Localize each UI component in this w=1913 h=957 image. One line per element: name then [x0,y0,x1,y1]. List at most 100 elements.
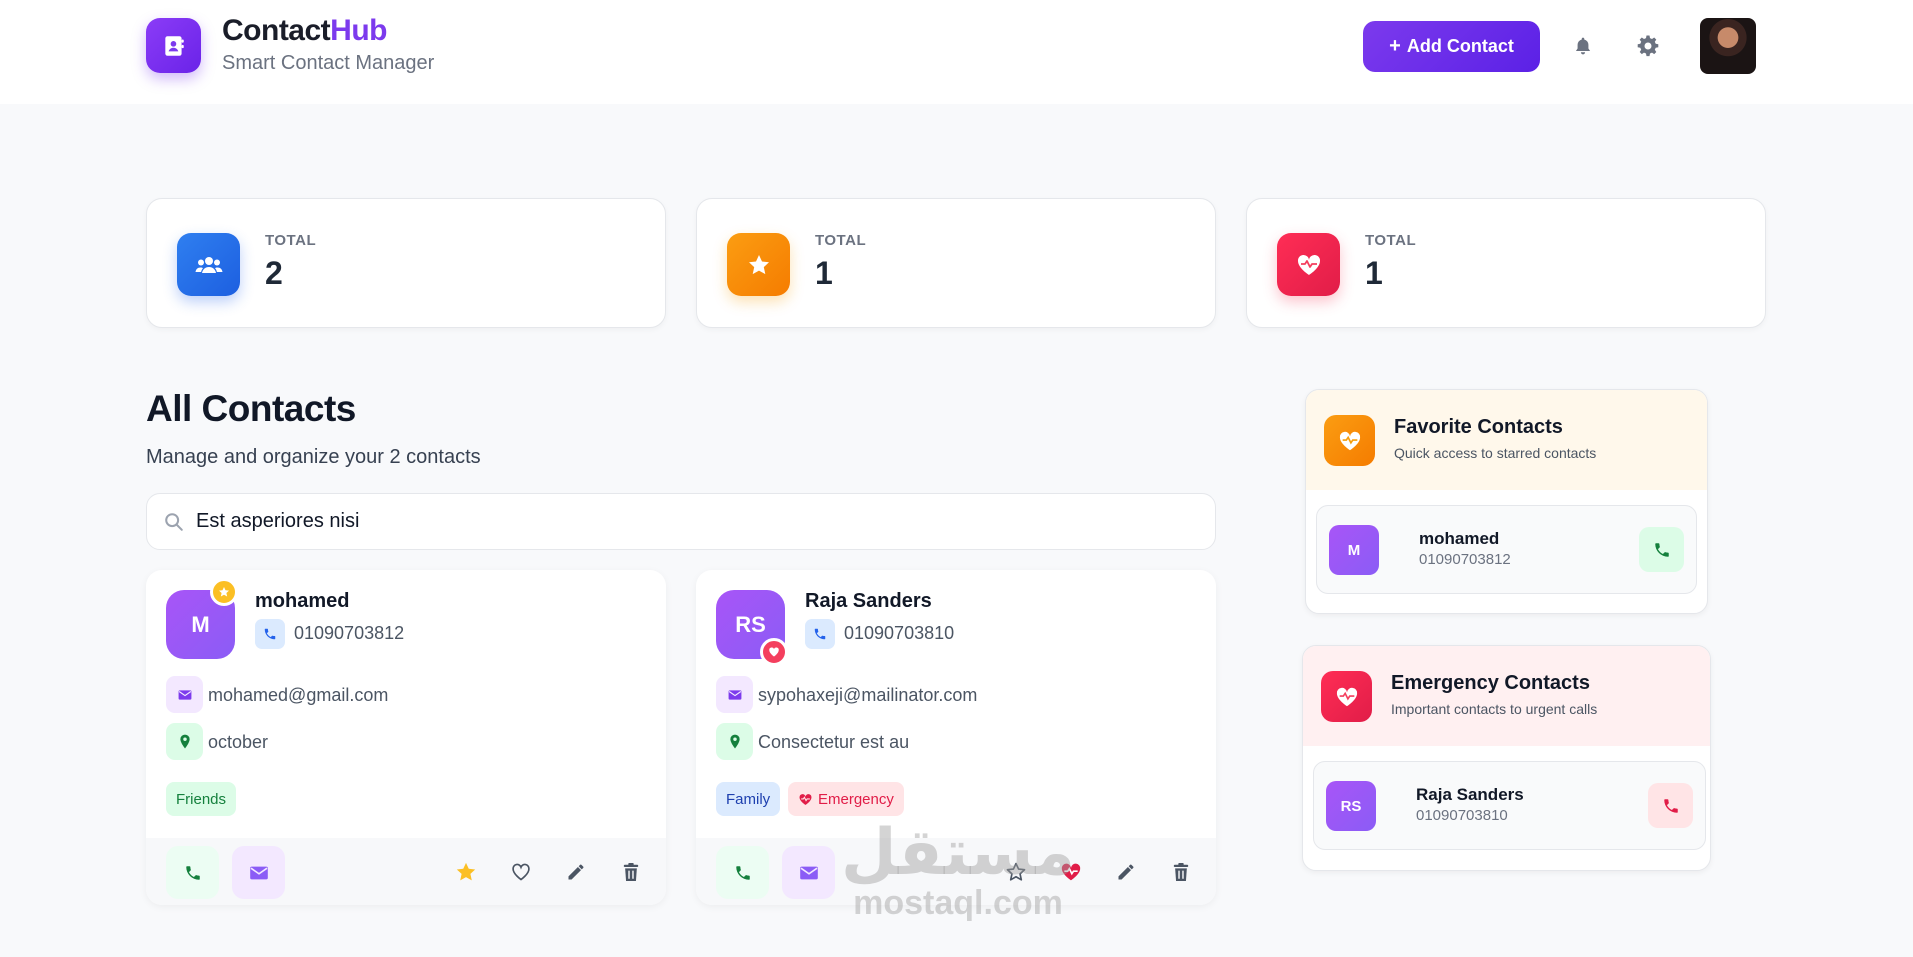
emergency-toggle[interactable] [507,858,535,886]
favorite-item[interactable]: M mohamed 01090703812 [1316,505,1697,594]
location-icon [166,723,203,760]
panel-icon-box [1324,415,1375,466]
panel-subtitle: Important contacts to urgent calls [1391,701,1598,717]
stat-icon-box [727,233,790,296]
stat-total-contacts: TOTAL 2 [146,198,666,328]
stat-total-emergency: TOTAL 1 [1246,198,1766,328]
email-icon [799,866,818,879]
email-icon [716,676,753,713]
phone-icon [805,619,835,649]
stat-label: TOTAL [265,232,317,249]
email-button[interactable] [232,846,285,899]
contact-email: mohamed@gmail.com [208,685,389,705]
contact-phone: 01090703812 [1419,551,1511,568]
phone-icon [1654,542,1669,557]
emergency-item[interactable]: RS Raja Sanders 01090703810 [1313,761,1706,850]
section-title: All Contacts [146,388,356,429]
contact-avatar: M [1329,525,1379,575]
plus-icon: + [1389,35,1401,57]
favorites-panel: Favorite Contacts Quick access to starre… [1305,389,1708,614]
logo[interactable] [146,18,201,73]
add-contact-button[interactable]: + Add Contact [1363,21,1540,72]
settings-button[interactable] [1633,31,1663,61]
phone-icon [255,619,285,649]
contact-phone: 01090703812 [294,623,405,643]
heart-pulse-icon [1336,687,1357,706]
trash-icon [1173,863,1189,881]
contact-phone: 01090703810 [844,623,955,643]
trash-icon [623,863,639,881]
phone-icon [735,865,750,880]
contact-name: Raja Sanders [1416,785,1524,804]
delete-button[interactable] [617,858,645,886]
watermark: مستقل mostaql.com [838,820,1078,920]
call-button[interactable] [1639,527,1684,572]
contact-address: october [208,732,269,752]
users-icon [195,256,222,273]
contact-phone: 01090703810 [1416,807,1508,824]
panel-subtitle: Quick access to starred contacts [1394,445,1597,461]
call-button[interactable] [716,846,769,899]
stat-icon-box [1277,233,1340,296]
emergency-badge [760,638,788,666]
call-button[interactable] [1648,783,1693,828]
star-icon [219,587,229,597]
contact-avatar: RS [1326,781,1376,831]
contact-name: mohamed [255,590,350,612]
panel-icon-box [1321,671,1372,722]
favorite-toggle[interactable] [452,858,480,886]
emergency-panel: Emergency Contacts Important contacts to… [1302,645,1711,871]
stat-value: 1 [1365,255,1383,291]
section-subtitle: Manage and organize your 2 contacts [146,446,481,468]
edit-button[interactable] [562,858,590,886]
edit-button[interactable] [1112,858,1140,886]
pencil-icon [568,864,584,880]
add-contact-label: Add Contact [1406,36,1514,56]
star-icon [748,254,769,274]
delete-button[interactable] [1167,858,1195,886]
contact-address: Consectetur est au [758,732,910,752]
panel-title: Favorite Contacts [1394,416,1563,438]
tagline: Smart Contact Manager [222,52,435,74]
heart-pulse-icon [799,793,812,805]
search-icon [165,513,183,531]
panel-title: Emergency Contacts [1391,672,1590,694]
brand-title: ContactHub [222,14,387,48]
heart-pulse-icon [1297,254,1320,275]
user-avatar[interactable] [1700,18,1756,74]
contact-name: Raja Sanders [805,590,932,612]
app-header: ContactHub Smart Contact Manager + Add C… [0,0,1913,104]
call-button[interactable] [166,846,219,899]
tag-label: Friends [176,790,227,808]
stat-value: 2 [265,255,283,291]
heart-icon [769,647,779,657]
emergency-panel-header: Emergency Contacts Important contacts to… [1303,646,1710,746]
stat-label: TOTAL [815,232,867,249]
card-actions [146,838,666,905]
email-button[interactable] [782,846,835,899]
tag-label: Family [726,790,771,808]
search-box [146,493,1216,550]
favorite-badge [210,578,238,606]
pencil-icon [1118,864,1134,880]
stat-value: 1 [815,255,833,291]
watermark-latin: mostaql.com [853,884,1063,922]
email-icon [166,676,203,713]
search-input[interactable] [196,494,1196,549]
tag-family: Family [716,782,781,816]
heart-outline-icon [512,863,530,881]
brand-main: Contact [222,14,331,47]
bell-icon [1575,37,1591,55]
tag-friends: Friends [166,782,237,816]
gear-icon [1637,35,1659,57]
watermark-arabic: مستقل [840,816,1076,890]
stat-icon-box [177,233,240,296]
contact-email: sypohaxeji@mailinator.com [758,685,978,705]
stat-label: TOTAL [1365,232,1417,249]
contact-card: M mohamed 01090703812 mohamed@gmail.com … [146,570,666,905]
tag-label: Emergency [818,790,894,808]
tag-emergency: Emergency [788,782,904,816]
heart-pulse-icon [1339,431,1360,450]
phone-icon [1663,798,1678,813]
notifications-button[interactable] [1568,31,1598,61]
